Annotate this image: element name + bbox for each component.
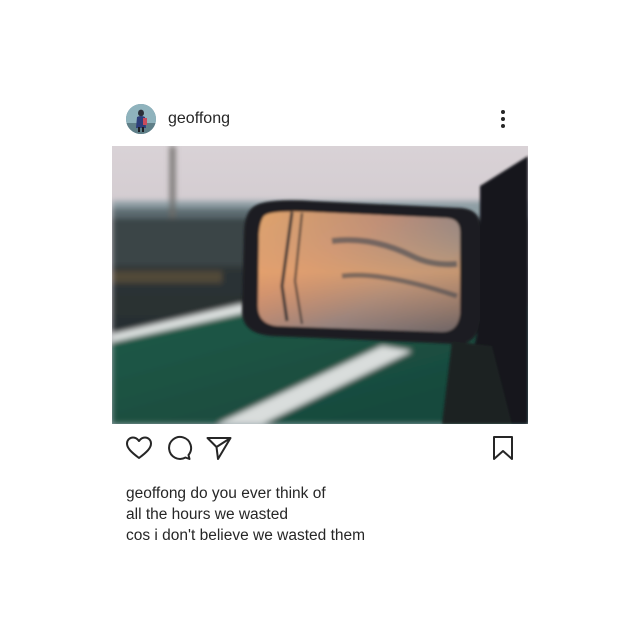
post-caption: geoffong do you ever think of all the ho… <box>126 483 506 546</box>
side-mirror-photo <box>112 146 528 424</box>
caption-line-2: all the hours we wasted <box>126 506 288 523</box>
caption-line-1: geoffong do you ever think of <box>126 483 506 504</box>
bookmark-icon[interactable] <box>489 434 517 462</box>
avatar[interactable] <box>126 104 156 134</box>
caption-line-3: cos i don't believe we wasted them <box>126 527 366 544</box>
avatar-image <box>126 104 156 134</box>
more-options-icon[interactable] <box>496 108 510 130</box>
post-actions <box>112 434 528 464</box>
caption-text-1: do you ever think of <box>190 485 326 502</box>
post-header: geoffong <box>126 102 518 136</box>
post-username[interactable]: geoffong <box>168 110 230 128</box>
comment-bubble-icon[interactable] <box>165 434 193 462</box>
heart-icon[interactable] <box>125 434 153 462</box>
caption-username[interactable]: geoffong <box>126 485 186 502</box>
post-photo[interactable] <box>112 146 528 424</box>
paper-plane-icon[interactable] <box>205 434 233 462</box>
